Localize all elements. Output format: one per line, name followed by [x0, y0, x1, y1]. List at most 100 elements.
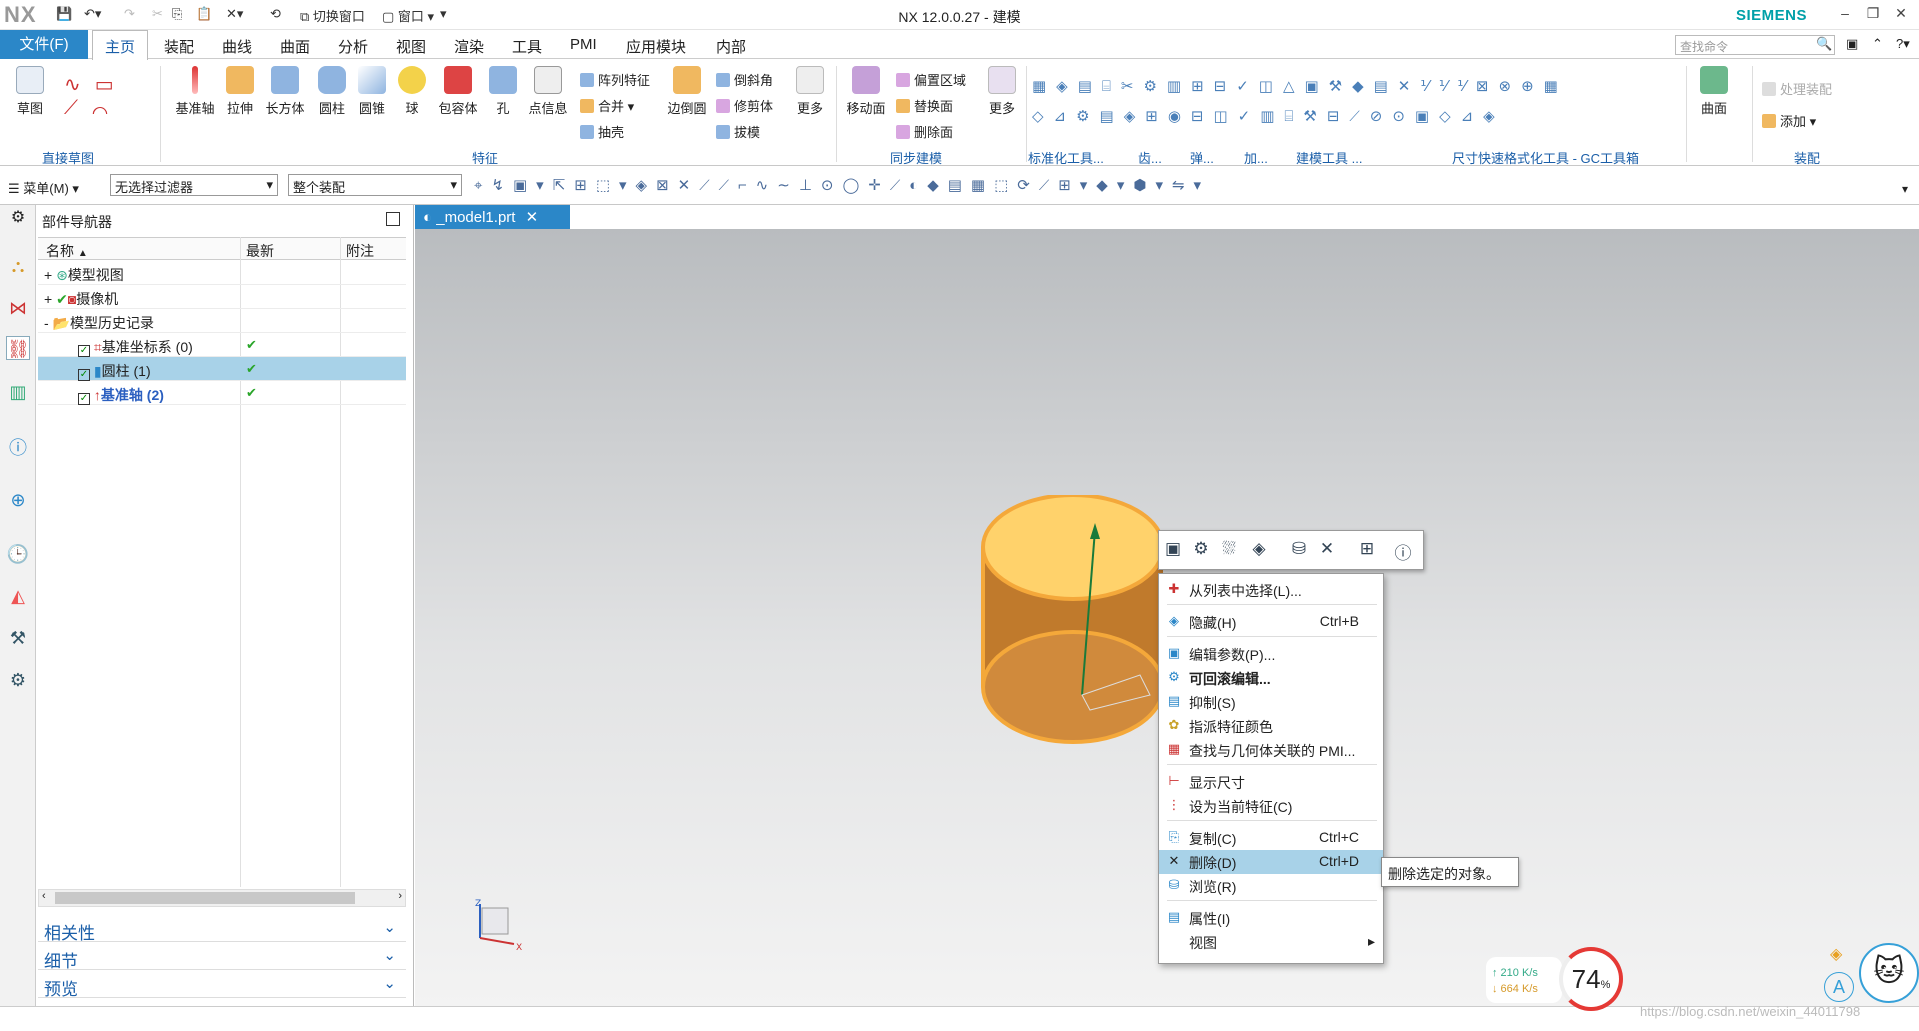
scroll-right-icon[interactable]: ›: [398, 890, 402, 902]
tab-curve[interactable]: 曲线: [222, 36, 252, 57]
tree-node-cylinder[interactable]: ✓ ▮圆柱 (1): [78, 361, 151, 381]
add-component-button[interactable]: 添加 ▾: [1762, 106, 1832, 138]
system-materials-icon[interactable]: ◭: [6, 584, 30, 608]
visibility-checkbox[interactable]: ✓: [78, 393, 90, 405]
cylinder-model[interactable]: [970, 495, 1190, 757]
preview-panel-header[interactable]: 预览 ⌄: [38, 972, 406, 999]
file-menu[interactable]: 文件(F): [0, 30, 88, 59]
menu-item-find-associated-pmi[interactable]: ▦ 查找与几何体关联的 PMI...: [1159, 738, 1383, 762]
menu-item-view-submenu[interactable]: 视图 ▸: [1159, 930, 1383, 954]
visibility-checkbox[interactable]: ✓: [78, 345, 90, 357]
make-current-feature-icon[interactable]: ⛁: [1288, 539, 1310, 561]
draft-button[interactable]: 拔模: [716, 120, 773, 146]
part-navigator-icon[interactable]: ⛓: [6, 336, 30, 360]
menu-item-properties[interactable]: ▤ 属性(I): [1159, 906, 1383, 930]
column-latest[interactable]: 最新: [246, 241, 274, 261]
block-button[interactable]: 长方体: [262, 66, 308, 117]
hole-button[interactable]: 孔: [486, 66, 520, 117]
mascot-avatar-icon[interactable]: 🐱: [1859, 943, 1919, 1003]
feature-more-button[interactable]: 更多: [792, 66, 828, 117]
spring-group-label[interactable]: 弹...: [1190, 148, 1214, 167]
menu-item-edit-with-rollback[interactable]: ⚙ 可回滚编辑...: [1159, 666, 1383, 690]
chamfer-button[interactable]: 倒斜角: [716, 68, 773, 94]
history-icon[interactable]: 🕒: [6, 542, 30, 566]
roles-icon[interactable]: ⚙: [6, 668, 30, 692]
scrollbar-thumb[interactable]: [55, 892, 355, 904]
delete-face-button[interactable]: 删除面: [896, 120, 966, 146]
bounding-body-button[interactable]: 包容体: [434, 66, 482, 117]
menu-item-show-dimensions[interactable]: ⊢ 显示尺寸: [1159, 770, 1383, 794]
tab-tools[interactable]: 工具: [512, 36, 542, 57]
offset-region-button[interactable]: 偏置区域: [896, 68, 966, 94]
process-studio-icon[interactable]: ⚒: [6, 626, 30, 650]
pattern-feature-button[interactable]: 阵列特征: [580, 68, 650, 94]
machining-group-label[interactable]: 加...: [1244, 148, 1268, 167]
tab-pmi[interactable]: PMI: [570, 36, 597, 53]
snap-and-selection-icons[interactable]: ⌖↯▣▾⇱⊞⬚▾◈⊠✕⟋⟋⌐∿∼⊥⊙◯✛⟋◐◆▤▦⬚⟳⟋⊞▾◆▾⬢▾⇋▾: [474, 176, 1434, 194]
shell-button[interactable]: 抽壳: [580, 120, 650, 146]
surface-button[interactable]: 曲面: [1696, 66, 1732, 117]
ribbon-options-icon[interactable]: ▣: [1846, 36, 1858, 52]
tree-node-datum-axis[interactable]: ✓ ↑基准轴 (2): [78, 385, 164, 405]
scroll-left-icon[interactable]: ‹: [42, 890, 46, 902]
menu-item-select-from-list[interactable]: ✚ 从列表中选择(L)...: [1159, 578, 1383, 602]
modeling-tools-group-label[interactable]: 建模工具 ...: [1296, 148, 1362, 167]
tree-node-model-history[interactable]: - 📂模型历史记录: [44, 313, 154, 333]
tree-node-model-views[interactable]: + ⊛模型视图: [44, 265, 124, 285]
toolbar-overflow-icon[interactable]: ▾: [1902, 182, 1908, 196]
menu-item-edit-parameters[interactable]: ▣ 编辑参数(P)...: [1159, 642, 1383, 666]
tab-internal[interactable]: 内部: [716, 36, 746, 57]
diamond-icon[interactable]: ◈: [1830, 944, 1842, 964]
extrude-button[interactable]: 拉伸: [222, 66, 258, 117]
menu-item-assign-feature-color[interactable]: ✿ 指派特征颜色: [1159, 714, 1383, 738]
gear-group-label[interactable]: 齿...: [1138, 148, 1162, 167]
tab-surface[interactable]: 曲面: [280, 36, 310, 57]
sync-more-button[interactable]: 更多: [984, 66, 1020, 117]
cylinder-button[interactable]: 圆柱: [312, 66, 352, 117]
dependencies-panel-header[interactable]: 相关性 ⌄: [38, 916, 406, 943]
column-name[interactable]: 名称 ▲: [46, 241, 88, 261]
web-browser-icon[interactable]: ⊕: [6, 488, 30, 512]
maximize-panel-icon[interactable]: [386, 212, 400, 226]
reuse-library-icon[interactable]: ▥: [6, 380, 30, 404]
cylinder-top-face[interactable]: [981, 495, 1165, 601]
selection-scope-select[interactable]: 整个装配 ▾: [288, 174, 462, 196]
menu-item-suppress[interactable]: ▤ 抑制(S): [1159, 690, 1383, 714]
help-icon[interactable]: ?▾: [1896, 36, 1910, 52]
menu-item-hide[interactable]: ◈ 隐藏(H) Ctrl+B: [1159, 610, 1383, 634]
direct-sketch-tools[interactable]: ∿▭ ⟋⌒: [64, 72, 144, 120]
edge-blend-button[interactable]: 边倒圆: [664, 66, 710, 117]
show-parents-icon[interactable]: ⊞: [1356, 539, 1378, 561]
hd3d-tools-icon[interactable]: ⓘ: [6, 436, 30, 460]
sketch-button[interactable]: 草图: [8, 66, 52, 117]
dimension-format-group-label[interactable]: 尺寸快速格式化工具 - GC工具箱: [1452, 148, 1639, 167]
replace-face-button[interactable]: 替换面: [896, 94, 966, 120]
part-file-tab[interactable]: ◐ _model1.prt ✕: [415, 205, 570, 229]
close-tab-icon[interactable]: ✕: [526, 209, 539, 226]
navigator-horizontal-scrollbar[interactable]: ‹ ›: [38, 889, 406, 907]
menu-item-delete[interactable]: ✕ 删除(D) Ctrl+D: [1159, 850, 1383, 874]
datum-axis-button[interactable]: 基准轴: [170, 66, 220, 117]
menu-item-make-current-feature[interactable]: ⋮ 设为当前特征(C): [1159, 794, 1383, 818]
edit-parameters-icon[interactable]: ⛆: [1218, 539, 1240, 561]
tree-node-datum-csys[interactable]: ✓ ⌗基准坐标系 (0): [78, 337, 193, 357]
tab-analysis[interactable]: 分析: [338, 36, 368, 57]
menu-button[interactable]: ☰ 菜单(M) ▾: [8, 178, 79, 197]
expand-toggle[interactable]: +: [44, 291, 52, 307]
unite-button[interactable]: 合并 ▾: [580, 94, 650, 120]
visibility-checkbox[interactable]: ✓: [78, 369, 90, 381]
close-button[interactable]: ✕: [1888, 5, 1914, 22]
column-notes[interactable]: 附注: [346, 241, 374, 261]
trim-body-button[interactable]: 修剪体: [716, 94, 773, 120]
search-icon[interactable]: 🔍: [1816, 36, 1832, 52]
menu-item-browse[interactable]: ⛁ 浏览(R): [1159, 874, 1383, 898]
command-search-input[interactable]: 查找命令: [1675, 35, 1835, 55]
edit-sketch-icon[interactable]: ▣: [1162, 539, 1184, 561]
menu-item-copy[interactable]: ⎘ 复制(C) Ctrl+C: [1159, 826, 1383, 850]
constraint-navigator-icon[interactable]: ⋈: [6, 296, 30, 320]
standard-tools-group-label[interactable]: 标准化工具...: [1028, 148, 1104, 167]
edit-with-rollback-icon[interactable]: ⚙: [1190, 539, 1212, 561]
sphere-button[interactable]: 球: [394, 66, 430, 117]
expand-toggle[interactable]: +: [44, 267, 52, 283]
memory-gauge[interactable]: 74%: [1559, 947, 1623, 1011]
